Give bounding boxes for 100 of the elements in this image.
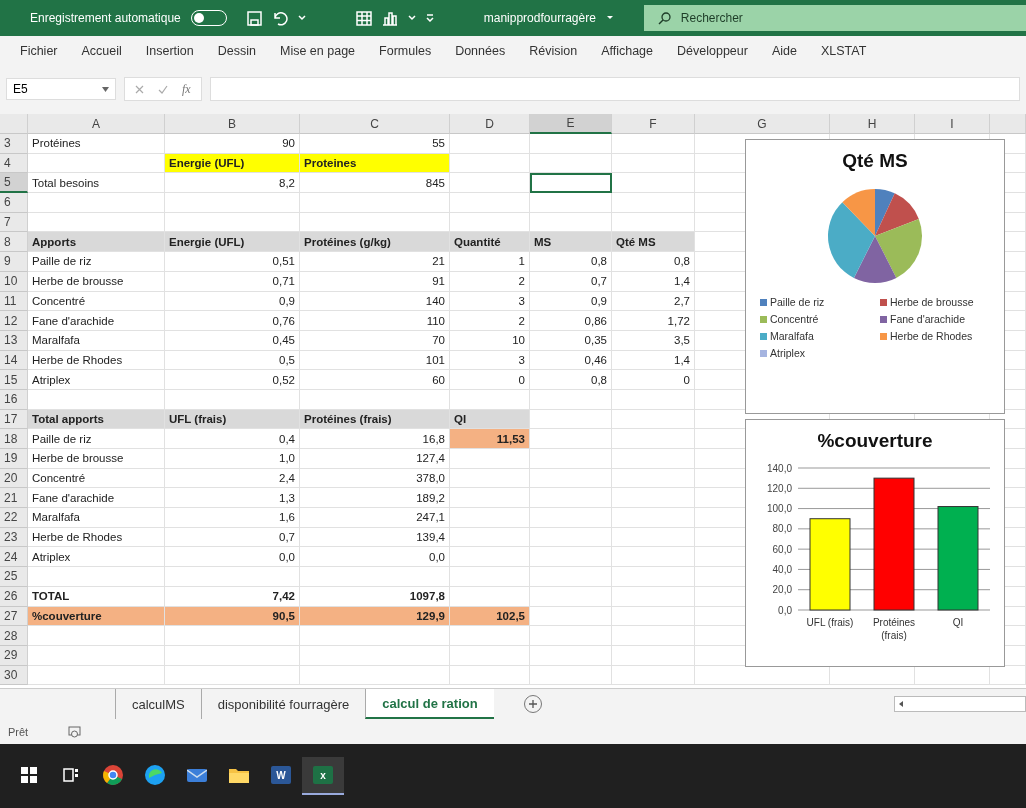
axis-tick-label: 120,0 <box>766 482 792 494</box>
ribbon-tab[interactable]: XLSTAT <box>808 44 879 58</box>
table-cell: 102,5 <box>450 606 530 627</box>
row-header[interactable]: 25 <box>0 567 28 587</box>
row-header[interactable]: 22 <box>0 508 28 528</box>
table-cell: 0,9 <box>530 291 612 312</box>
caret-icon[interactable] <box>407 15 416 21</box>
ribbon-tab[interactable]: Développeur <box>665 44 760 58</box>
ribbon-tab[interactable]: Données <box>443 44 518 58</box>
mail-icon[interactable] <box>187 766 207 784</box>
row-header[interactable]: 17 <box>0 409 28 430</box>
column-header[interactable]: C <box>300 114 450 134</box>
row-header[interactable]: 9 <box>0 252 28 272</box>
formula-input[interactable] <box>209 77 1020 101</box>
table-cell: 0,8 <box>612 252 695 272</box>
row-header[interactable]: 29 <box>0 645 28 666</box>
function-label[interactable]: fx <box>182 81 191 97</box>
ribbon-tab[interactable]: Accueil <box>69 44 134 58</box>
windows-icon[interactable] <box>21 767 37 783</box>
row-header[interactable]: 24 <box>0 547 28 568</box>
search-field[interactable]: Rechercher <box>643 5 1026 31</box>
column-header[interactable]: B <box>165 114 300 134</box>
table-cell: Herbe de brousse <box>28 271 165 292</box>
axis-tick-label: 20,0 <box>772 584 792 596</box>
table-cell: 0,76 <box>165 311 300 331</box>
browser-icon[interactable] <box>103 765 123 785</box>
row-header[interactable]: 7 <box>0 212 28 233</box>
row-header[interactable]: 3 <box>0 134 28 154</box>
document-app-icon[interactable]: W <box>271 766 291 784</box>
row-header[interactable]: 6 <box>0 193 28 213</box>
legend-label: Concentré <box>770 313 819 325</box>
column-header[interactable]: H <box>830 114 915 134</box>
check-icon[interactable] <box>158 84 168 94</box>
row-header[interactable]: 8 <box>0 232 28 253</box>
row-header[interactable]: 18 <box>0 429 28 449</box>
table-icon[interactable] <box>355 10 372 26</box>
bar-chart-icon[interactable] <box>381 10 398 26</box>
customize-icon[interactable] <box>425 14 434 22</box>
task-view-icon[interactable] <box>63 767 79 783</box>
ribbon-tab[interactable]: Aide <box>759 44 809 58</box>
row-header[interactable]: 28 <box>0 626 28 646</box>
taskbar-button[interactable]: x <box>302 757 344 795</box>
table-cell: 0,45 <box>165 330 300 351</box>
ribbon-tab[interactable]: Révision <box>517 44 590 58</box>
table-cell: Fane d'arachide <box>28 488 165 509</box>
ribbon-tab[interactable]: Dessin <box>205 44 268 58</box>
table-cell: 3 <box>450 350 530 371</box>
column-header[interactable]: F <box>612 114 695 134</box>
row-header[interactable]: 27 <box>0 606 28 627</box>
swirl-icon[interactable] <box>145 765 165 785</box>
undo-icon[interactable] <box>271 10 288 26</box>
row-header[interactable]: 30 <box>0 665 28 686</box>
ribbon-tab[interactable]: Insertion <box>133 44 206 58</box>
column-header[interactable]: E <box>530 114 612 134</box>
taskbar-button[interactable]: W <box>260 757 302 795</box>
ribbon-tab[interactable]: Formules <box>367 44 444 58</box>
caret-icon[interactable] <box>297 15 306 21</box>
column-header[interactable]: G <box>695 114 830 134</box>
row-header[interactable]: 15 <box>0 370 28 390</box>
horizontal-scrollbar[interactable] <box>894 696 1026 712</box>
table-cell: 0,0 <box>300 547 450 568</box>
row-header[interactable]: 21 <box>0 488 28 509</box>
table-cell: Protéines <box>28 134 165 154</box>
caret-icon[interactable] <box>605 15 614 21</box>
sheet-tab[interactable]: calcul de ration <box>365 689 494 719</box>
legend-label: Atriplex <box>770 347 805 359</box>
row-header[interactable]: 10 <box>0 271 28 292</box>
column-header[interactable]: A <box>28 114 165 134</box>
folder-icon[interactable] <box>229 767 249 783</box>
ribbon-tab[interactable]: Affichage <box>589 44 666 58</box>
row-header[interactable]: 19 <box>0 449 28 469</box>
table-cell: 0 <box>612 370 695 390</box>
row-header[interactable]: 13 <box>0 330 28 351</box>
file-name[interactable]: manipprodfourragère <box>483 11 596 25</box>
selected-cell[interactable] <box>530 173 612 194</box>
ribbon-tab[interactable]: Fichier <box>8 44 70 58</box>
ribbon-tab[interactable]: Mise en page <box>268 44 368 58</box>
sheet-tab[interactable]: calculMS <box>115 689 201 719</box>
table-cell: Protéines (g/kg) <box>300 232 450 253</box>
row-header[interactable]: 20 <box>0 468 28 489</box>
save-icon[interactable] <box>246 10 262 26</box>
row-header[interactable]: 11 <box>0 291 28 312</box>
row-header[interactable]: 23 <box>0 527 28 548</box>
row-header[interactable]: 16 <box>0 389 28 410</box>
row-header[interactable]: 26 <box>0 586 28 607</box>
accessibility-icon[interactable] <box>68 725 82 738</box>
table-cell: Herbe de Rhodes <box>28 527 165 548</box>
row-header[interactable]: 14 <box>0 350 28 371</box>
table-cell: 378,0 <box>300 468 450 489</box>
column-header[interactable]: D <box>450 114 530 134</box>
row-header[interactable]: 12 <box>0 311 28 331</box>
name-box[interactable]: E5 <box>6 78 116 100</box>
table-cell: 0 <box>450 370 530 390</box>
row-header[interactable]: 5 <box>0 173 28 194</box>
row-header[interactable]: 4 <box>0 153 28 174</box>
table-cell: 0,0 <box>165 547 300 568</box>
chart-title: %couverture <box>817 430 933 452</box>
spreadsheet-app-icon[interactable]: x <box>313 766 333 784</box>
chart-title: Qté MS <box>842 150 908 172</box>
column-header[interactable]: I <box>915 114 990 134</box>
